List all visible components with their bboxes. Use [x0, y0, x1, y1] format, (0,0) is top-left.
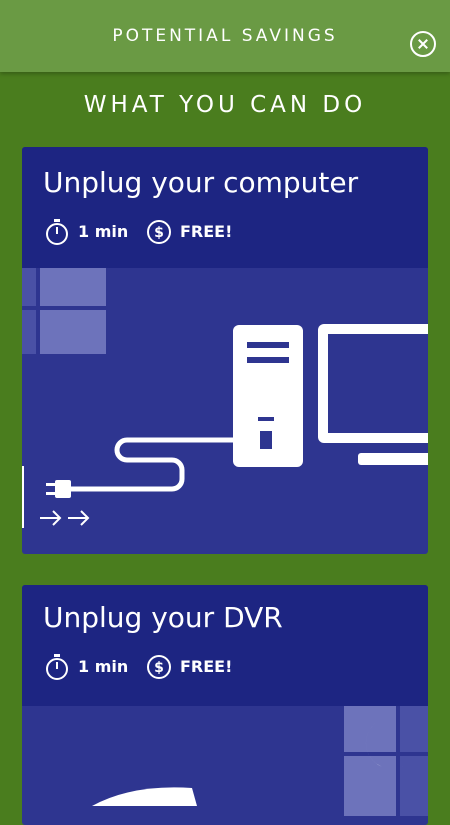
action-card-dvr[interactable]: Unplug your DVR 1 min $ FREE! [22, 585, 428, 825]
arrow-icons [40, 510, 90, 526]
svg-text:$: $ [154, 225, 164, 241]
monitor [318, 324, 428, 465]
page-title: POTENTIAL SAVINGS [112, 26, 338, 46]
close-icon[interactable] [410, 31, 436, 57]
computer-illustration [22, 268, 428, 528]
card-title: Unplug your computer [43, 166, 359, 199]
cost-label: FREE! [180, 222, 233, 241]
cost-label: FREE! [180, 657, 233, 676]
svg-text:$: $ [154, 660, 164, 676]
card-header: Unplug your computer 1 min $ FREE! [22, 147, 428, 268]
card-title: Unplug your DVR [43, 601, 283, 634]
section-heading: WHAT YOU CAN DO [83, 92, 367, 118]
dollar-icon: $ [147, 655, 171, 679]
time-estimate: 1 min [44, 654, 154, 682]
window-moon-icon [22, 268, 106, 354]
stopwatch-icon [46, 219, 68, 245]
cost-estimate: $ FREE! [146, 654, 266, 682]
dvr-device [92, 787, 197, 806]
action-card-computer[interactable]: Unplug your computer 1 min $ FREE! [22, 147, 428, 554]
computer-tower [233, 325, 303, 467]
card-header: Unplug your DVR 1 min $ FREE! [22, 585, 428, 706]
cost-estimate: $ FREE! [146, 219, 266, 247]
time-label: 1 min [78, 657, 129, 676]
time-label: 1 min [78, 222, 129, 241]
dollar-icon: $ [147, 220, 171, 244]
time-estimate: 1 min [44, 219, 154, 247]
stopwatch-icon [46, 654, 68, 680]
dvr-illustration [92, 706, 428, 816]
top-bar: POTENTIAL SAVINGS [0, 0, 450, 72]
plug-icon [46, 480, 71, 498]
